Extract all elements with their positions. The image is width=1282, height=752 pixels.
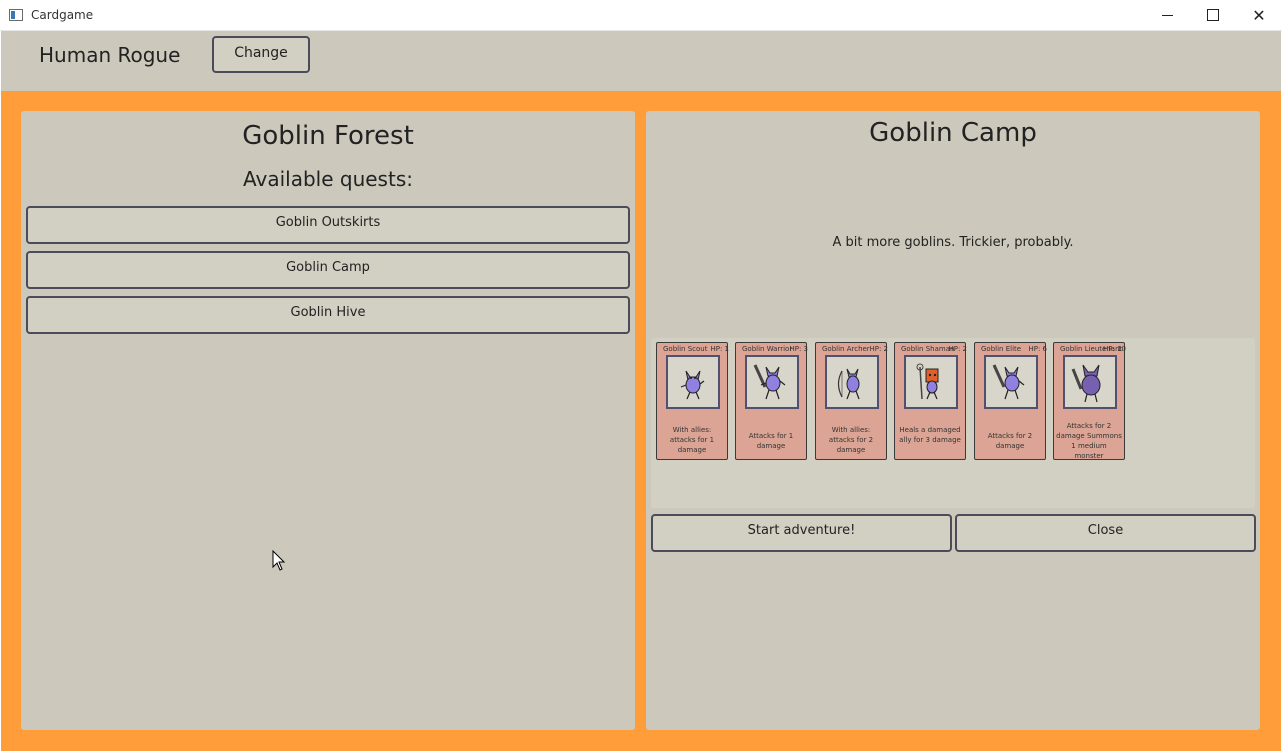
- minimize-icon: [1161, 14, 1173, 16]
- card-ability-text: With allies: attacks for 2 damage: [828, 426, 874, 454]
- monster-card[interactable]: Goblin Elite HP: 6 Attacks for 2 damage: [974, 342, 1047, 460]
- card-ability-text: With allies: attacks for 1 damage: [669, 426, 715, 454]
- close-quest-button[interactable]: Close: [955, 514, 1256, 552]
- card-hp: HP: 2: [869, 345, 888, 353]
- quest-button-goblin-camp[interactable]: Goblin Camp: [26, 251, 630, 289]
- quest-title: Goblin Camp: [869, 118, 1037, 148]
- maximize-button[interactable]: [1190, 0, 1236, 30]
- card-hp: HP: 1: [710, 345, 729, 353]
- card-ability-text: Attacks for 2 damage: [987, 432, 1033, 450]
- card-name: Goblin Shaman: [901, 345, 955, 353]
- card-name: Goblin Elite: [981, 345, 1022, 353]
- goblin-scout-icon: [666, 355, 720, 409]
- monster-card[interactable]: Goblin Shaman HP: 2 Heals a damaged ally…: [894, 342, 967, 460]
- goblin-archer-icon: [825, 355, 879, 409]
- card-hp: HP: 3: [789, 345, 808, 353]
- monster-card[interactable]: Goblin Archer HP: 2 With allies: attacks…: [815, 342, 888, 460]
- quest-description: A bit more goblins. Trickier, probably.: [832, 235, 1074, 250]
- maximize-icon: [1207, 9, 1219, 21]
- quest-detail-panel: Goblin Camp A bit more goblins. Trickier…: [646, 111, 1260, 730]
- goblin-warrior-icon: [745, 355, 799, 409]
- start-adventure-button[interactable]: Start adventure!: [651, 514, 952, 552]
- card-ability-text: Attacks for 2 damage Summons 1 medium mo…: [1056, 422, 1122, 460]
- quest-button-goblin-outskirts[interactable]: Goblin Outskirts: [26, 206, 630, 244]
- card-hp: HP: 6: [1028, 345, 1047, 353]
- close-window-button[interactable]: ✕: [1236, 0, 1282, 30]
- window-title: Cardgame: [31, 8, 94, 22]
- player-header: Human Rogue Change: [1, 31, 1281, 91]
- goblin-lieutenant-icon: [1063, 355, 1117, 409]
- monster-card[interactable]: Goblin Warrior HP: 3 Attacks for 1 damag…: [735, 342, 808, 460]
- minimize-button[interactable]: [1144, 0, 1190, 30]
- app-icon: [9, 9, 23, 21]
- goblin-shaman-icon: [904, 355, 958, 409]
- monster-card[interactable]: Goblin Lieutenant HP: 10 Attacks for 2 d…: [1053, 342, 1126, 460]
- card-ability-text: Heals a damaged ally for 3 damage: [899, 426, 961, 444]
- mouse-cursor-icon: [272, 550, 286, 571]
- close-icon: ✕: [1252, 5, 1266, 25]
- card-ability-text: Attacks for 1 damage: [748, 432, 794, 450]
- card-name: Goblin Scout: [663, 345, 708, 353]
- main-frame: Goblin Forest Available quests: Goblin O…: [1, 91, 1281, 751]
- monster-card[interactable]: Goblin Scout HP: 1 With allies: attacks …: [656, 342, 729, 460]
- goblin-elite-icon: [984, 355, 1038, 409]
- monster-card-area: Goblin Scout HP: 1 With allies: attacks …: [651, 338, 1255, 508]
- zone-panel: Goblin Forest Available quests: Goblin O…: [21, 111, 635, 730]
- card-name: Goblin Archer: [822, 345, 870, 353]
- zone-title: Goblin Forest: [242, 121, 414, 151]
- title-bar: Cardgame ✕: [0, 0, 1282, 31]
- card-hp: HP: 10: [1103, 345, 1126, 353]
- change-character-button[interactable]: Change: [212, 36, 310, 73]
- card-hp: HP: 2: [948, 345, 967, 353]
- quest-button-goblin-hive[interactable]: Goblin Hive: [26, 296, 630, 334]
- card-name: Goblin Warrior: [742, 345, 793, 353]
- player-name: Human Rogue: [39, 43, 181, 67]
- available-quests-heading: Available quests:: [243, 167, 413, 191]
